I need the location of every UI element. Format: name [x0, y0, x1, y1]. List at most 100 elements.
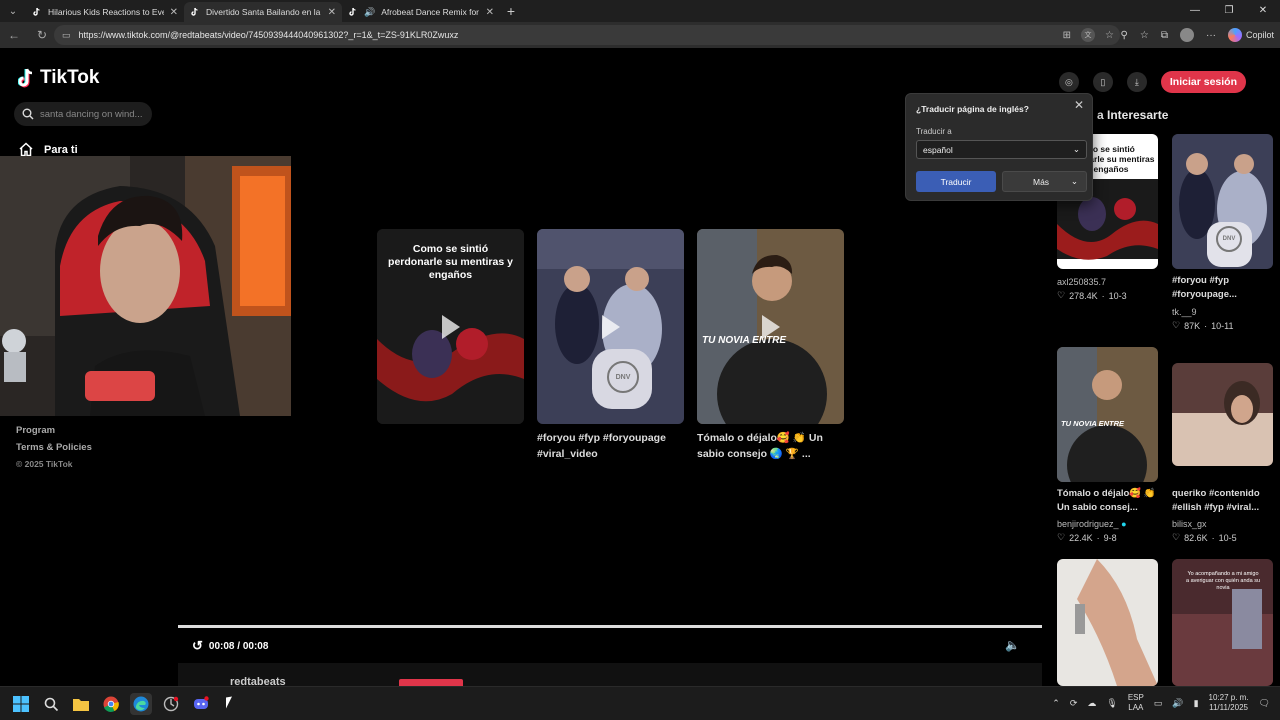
tab-list-chevron-icon[interactable]: ⌄	[0, 0, 26, 22]
video-username[interactable]: benjirodriguez_ ●	[1057, 519, 1127, 529]
recommended-video-thumb[interactable]	[1172, 363, 1273, 466]
search-icon	[22, 108, 34, 120]
cloud-icon[interactable]: ☁	[1087, 698, 1096, 709]
clock[interactable]: 10:27 p. m. 11/11/2025	[1209, 693, 1249, 713]
translate-to-label: Traducir a	[916, 127, 952, 136]
close-tab-icon[interactable]: ✕	[328, 7, 336, 18]
video-username[interactable]: axl250835.7	[1057, 277, 1106, 287]
search-input[interactable]: santa dancing on wind...	[14, 102, 152, 126]
search-placeholder: santa dancing on wind...	[40, 108, 143, 120]
translate-icon[interactable]: 文	[1081, 28, 1096, 42]
video-progress-bar[interactable]	[178, 625, 1042, 628]
site-info-icon[interactable]: ▭	[62, 30, 71, 41]
favorite-star-icon[interactable]: ☆	[1105, 30, 1114, 41]
profile-avatar[interactable]	[1179, 28, 1194, 42]
collections-icon[interactable]: ⧉	[1161, 30, 1168, 41]
system-tray: ⌃ ⟳ ☁ 🎙 ESP LAA ▭ 🔊 ▮ 10:27 p. m. 11/11/…	[1052, 693, 1270, 713]
favorites-icon[interactable]: ☆	[1140, 30, 1149, 41]
dnv-watermark: DNV	[607, 361, 639, 393]
tab-title: Hilarious Kids Reactions to Everyo	[48, 7, 164, 17]
chrome-icon[interactable]	[100, 693, 122, 715]
app-icon[interactable]	[160, 693, 182, 715]
mobile-app-icon[interactable]: ▯	[1092, 72, 1113, 92]
translate-popup: ¿Traducir página de inglés? ✕ Traducir a…	[905, 93, 1093, 201]
recommended-video-thumb[interactable]: DNV	[1172, 134, 1273, 269]
terms-link[interactable]: Terms & Policies	[16, 439, 92, 456]
address-bar-actions: ⊞ 文 ☆	[1063, 25, 1114, 45]
compass-icon[interactable]: ◎	[1058, 72, 1079, 92]
program-link[interactable]: Program	[16, 422, 92, 439]
replay-icon[interactable]: ↺	[192, 638, 203, 654]
sidebar-item-for-you[interactable]: Para ti	[18, 142, 78, 157]
username-text: benjirodriguez_	[1057, 519, 1119, 529]
language-indicator[interactable]: ESP LAA	[1128, 693, 1144, 713]
video-thumbnail	[1057, 559, 1158, 686]
video-caption[interactable]: #foryou #fyp #foryoupage...	[1172, 274, 1276, 302]
video-username[interactable]: bilisx_gx	[1172, 519, 1207, 529]
restore-icon[interactable]: ❐	[1212, 0, 1246, 22]
login-button[interactable]: Iniciar sesión	[1160, 71, 1246, 93]
new-tab-button[interactable]: +	[500, 3, 522, 19]
recommended-video-thumb[interactable]: Yo acompañando a mi amigo a averiguar co…	[1172, 559, 1273, 686]
date-separator: ·	[1211, 532, 1215, 543]
download-icon[interactable]: ⤓	[1126, 72, 1147, 92]
display-icon[interactable]: ▭	[1154, 698, 1163, 709]
follow-button[interactable]	[399, 679, 463, 686]
volume-icon[interactable]: 🔈	[1005, 638, 1020, 652]
address-bar[interactable]: ▭ https://www.tiktok.com/@redtabeats/vid…	[54, 25, 1120, 45]
refresh-icon[interactable]: ↻	[28, 28, 56, 42]
copilot-icon	[1227, 28, 1242, 42]
related-video-card[interactable]: Como se sintió perdonarle su mentiras y …	[377, 229, 524, 424]
tiktok-logo-icon	[18, 68, 33, 88]
edge-icon[interactable]	[130, 693, 152, 715]
related-video-card[interactable]: TU NOVIA ENTRE	[697, 229, 844, 424]
translate-title: ¿Traducir página de inglés?	[916, 104, 1029, 114]
windows-start-icon[interactable]	[10, 693, 32, 715]
app-available-icon[interactable]: ⊞	[1063, 30, 1071, 41]
recommended-video-thumb[interactable]	[1057, 559, 1158, 686]
video-caption[interactable]: Tómalo o déjalo🥰 👏 Un sabio consejo 🌏 🏆 …	[697, 430, 847, 462]
file-explorer-icon[interactable]	[70, 693, 92, 715]
discord-icon[interactable]	[190, 693, 212, 715]
copilot-button[interactable]: Copilot	[1227, 28, 1274, 42]
recommended-video-thumb[interactable]: TU NOVIA ENTRE	[1057, 347, 1158, 482]
notifications-icon[interactable]: 🗨	[1259, 698, 1270, 709]
screen: { "browser": { "tabs": [ {"title": "Hila…	[0, 0, 1280, 720]
browser-tab-1[interactable]: Hilarious Kids Reactions to Everyo ✕	[26, 2, 184, 22]
language-select[interactable]: español ⌄	[916, 140, 1087, 159]
audio-playing-icon[interactable]: 🔊	[364, 7, 375, 18]
video-caption[interactable]: Tómalo o déjalo🥰 👏 Un sabio consej...	[1057, 487, 1161, 515]
speaker-icon[interactable]: 🔊	[1172, 698, 1183, 709]
video-caption[interactable]: queriko #contenido #ellish #fyp #viral..…	[1172, 487, 1276, 515]
translate-button[interactable]: Traducir	[916, 171, 996, 192]
search-icon[interactable]	[40, 693, 62, 715]
browser-tab-3[interactable]: 🔊 Afrobeat Dance Remix for 20 ✕	[342, 2, 500, 22]
tiktok-logo[interactable]: TikTok	[18, 67, 99, 89]
microphone-icon[interactable]: 🎙	[1106, 698, 1117, 709]
footer-links: Program Terms & Policies © 2025 TikTok	[16, 422, 92, 473]
close-window-icon[interactable]: ✕	[1246, 0, 1280, 22]
back-icon[interactable]: ←	[0, 28, 28, 42]
recommended-heading: a Interesarte	[1097, 108, 1169, 122]
browser-tab-2[interactable]: Divertido Santa Bailando en la Fi ✕	[184, 2, 342, 22]
verified-badge-icon: ●	[1121, 519, 1127, 529]
close-icon[interactable]: ✕	[1074, 98, 1084, 112]
more-options-button[interactable]: Más ⌄	[1002, 171, 1087, 192]
like-count: 87K	[1184, 320, 1201, 331]
extensions-icon[interactable]: ⚲	[1121, 30, 1128, 41]
url-text[interactable]: https://www.tiktok.com/@redtabeats/video…	[79, 30, 459, 40]
video-stats: ♡ 278.4K · 10-3	[1057, 290, 1127, 301]
close-tab-icon[interactable]: ✕	[170, 7, 178, 18]
window-controls: — ❐ ✕	[1178, 0, 1280, 22]
more-menu-icon[interactable]: ···	[1206, 30, 1216, 41]
sync-icon[interactable]: ⟳	[1070, 698, 1078, 709]
more-label: Más	[1033, 176, 1050, 187]
video-caption[interactable]: #foryou #fyp #foryoupage #viral_video	[537, 430, 687, 462]
video-username[interactable]: tk.__9	[1172, 307, 1197, 317]
battery-icon[interactable]: ▮	[1194, 698, 1199, 709]
video-overlay-text: TU NOVIA ENTRE	[1061, 419, 1125, 428]
minimize-icon[interactable]: —	[1178, 0, 1212, 22]
show-hidden-icons-icon[interactable]: ⌃	[1052, 698, 1060, 709]
close-tab-icon[interactable]: ✕	[486, 7, 494, 18]
related-video-card[interactable]: DNV	[537, 229, 684, 424]
